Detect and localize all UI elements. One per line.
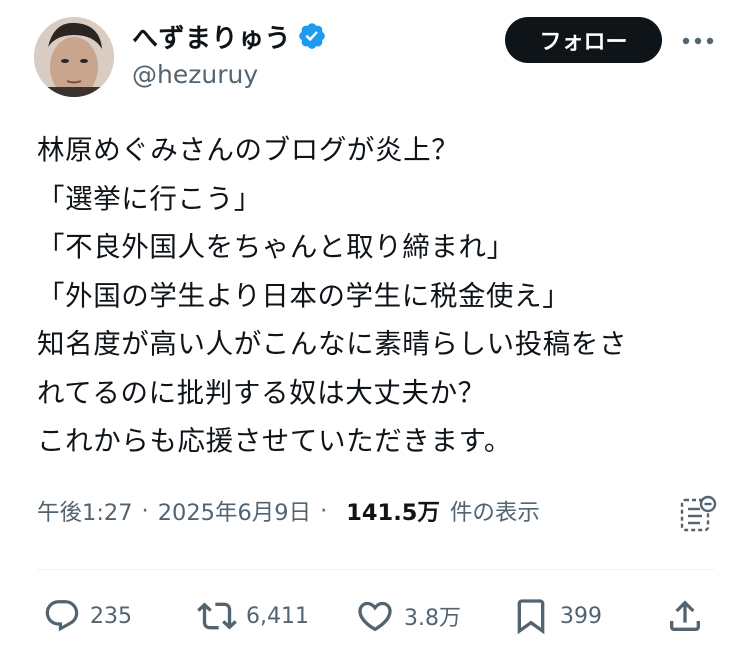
tweet-line: これからも応援させていただきます。: [37, 425, 512, 457]
analytics-icon[interactable]: [678, 494, 718, 534]
avatar[interactable]: [34, 17, 114, 97]
views-label: 件の表示: [449, 500, 540, 526]
tweet-line: 知名度が高い人がこんなに素晴らしい投稿をさ: [37, 328, 628, 360]
display-name[interactable]: へずまりゅう: [132, 18, 291, 55]
repost-count: 6,411: [246, 603, 309, 629]
meta-separator: ·: [141, 498, 149, 524]
share-icon: [665, 596, 705, 636]
repost-button[interactable]: 6,411: [197, 594, 309, 638]
tweet-line: 「外国の学生より日本の学生に税金使え」: [37, 279, 571, 312]
reply-button[interactable]: 235: [43, 594, 132, 638]
bookmark-button[interactable]: 399: [511, 594, 602, 638]
meta-separator: ·: [320, 498, 328, 524]
action-bar: 235 6,411 3.8万 399: [37, 594, 727, 638]
reply-icon: [43, 597, 81, 635]
tweet-line: 「選挙に行こう」: [37, 182, 262, 215]
tweet-date[interactable]: 2025年6月9日: [158, 495, 311, 527]
more-dots-icon[interactable]: [678, 24, 718, 58]
tweet-time[interactable]: 午後1:27: [37, 495, 133, 527]
like-count: 3.8万: [404, 606, 461, 631]
display-name-row: へずまりゅう: [132, 16, 327, 56]
author-block: へずまりゅう @hezuruy: [132, 16, 327, 89]
views-count: 141.5万: [346, 500, 440, 526]
repost-icon: [197, 596, 237, 636]
author-handle[interactable]: @hezuruy: [132, 60, 327, 89]
reply-count: 235: [90, 603, 132, 629]
verified-badge-icon[interactable]: [297, 21, 327, 51]
tweet-line: 林原めぐみさんのブログが炎上？: [37, 134, 460, 166]
heart-icon: [355, 596, 395, 636]
tweet-text: 林原めぐみさんのブログが炎上？ 「選挙に行こう」 「不良外国人をちゃんと取り締ま…: [37, 126, 727, 466]
tweet-line: れてるのに批判する奴は大丈夫か？: [37, 376, 486, 409]
avatar-image: [34, 17, 114, 97]
tweet-header: へずまりゅう @hezuruy フォロー: [0, 0, 750, 110]
like-button[interactable]: 3.8万: [355, 594, 461, 638]
divider: [37, 569, 715, 570]
share-button[interactable]: [665, 594, 705, 638]
bookmark-icon: [511, 596, 551, 636]
tweet-line: 「不良外国人をちゃんと取り締まれ」: [37, 231, 515, 263]
tweet-meta: 午後1:27 · 2025年6月9日 · 141.5万 件の表示: [37, 491, 727, 531]
follow-button[interactable]: フォロー: [505, 17, 662, 63]
bookmark-count: 399: [560, 603, 602, 629]
